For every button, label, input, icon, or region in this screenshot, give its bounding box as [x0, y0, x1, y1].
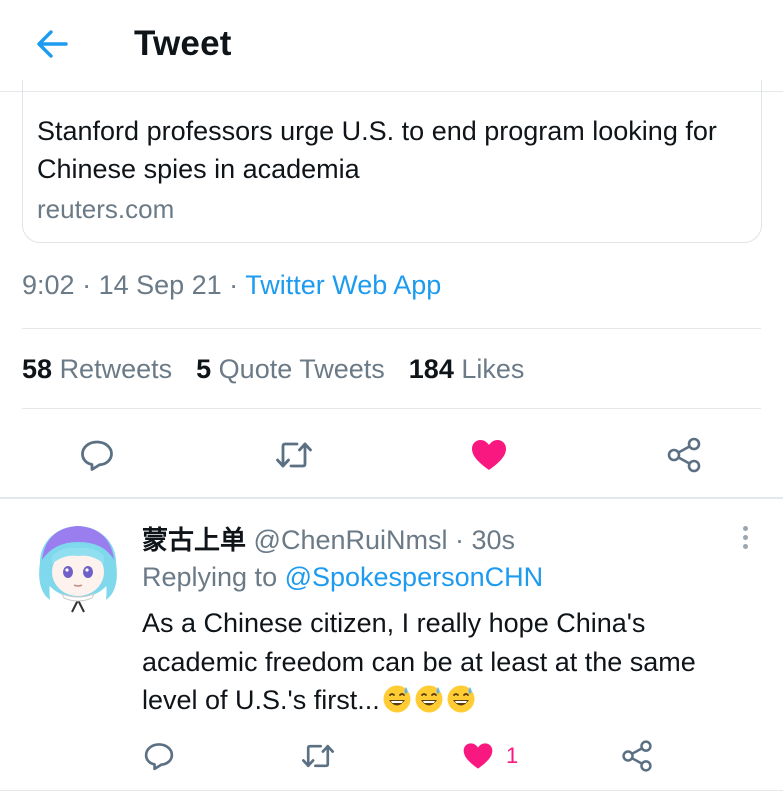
reply-display-name[interactable]: 蒙古上单: [142, 526, 246, 556]
quote-tweets-stat[interactable]: 5 Quote Tweets: [196, 354, 385, 385]
likes-stat[interactable]: 184 Likes: [409, 354, 525, 385]
page-title: Tweet: [134, 24, 232, 63]
heart-filled-icon[interactable]: 1: [462, 736, 518, 776]
top-bar: Tweet: [0, 0, 783, 92]
divider: [22, 328, 761, 329]
grinning-sweat-emoji: [383, 685, 411, 713]
heart-filled-icon[interactable]: [465, 433, 513, 477]
reply-tweet[interactable]: 蒙古上单 @ChenRuiNmsl · 30s Replying to @Spo…: [0, 500, 783, 800]
section-divider: [0, 497, 783, 499]
card-domain: reuters.com: [37, 194, 175, 224]
link-preview-card[interactable]: Stanford professors urge U.S. to end pro…: [22, 80, 762, 243]
share-icon[interactable]: [660, 433, 708, 477]
grinning-sweat-emoji: [415, 685, 443, 713]
back-arrow-icon[interactable]: [28, 22, 76, 66]
tweet-date: 14 Sep 21: [98, 270, 222, 300]
divider: [0, 790, 783, 791]
tweet-stats: 58 Retweets 5 Quote Tweets 184 Likes: [22, 354, 524, 385]
more-options-icon[interactable]: [730, 520, 760, 554]
replying-prefix: Replying to: [142, 562, 285, 592]
meta-separator: ·: [74, 270, 99, 300]
reply-icon[interactable]: [73, 433, 121, 477]
reply-handle[interactable]: @ChenRuiNmsl: [254, 525, 448, 555]
reply-time: 30s: [471, 525, 516, 555]
reply-action-bar: 1: [0, 730, 783, 780]
tweet-meta: 9:02 · 14 Sep 21 · Twitter Web App: [22, 270, 441, 301]
meta-separator: ·: [447, 525, 472, 555]
grinning-sweat-emoji: [447, 685, 475, 713]
likes-label: Likes: [461, 354, 525, 384]
avatar[interactable]: [32, 520, 124, 620]
retweets-count: 58: [22, 354, 53, 384]
replying-mention-link[interactable]: @SpokespersonCHN: [285, 562, 544, 592]
tweet-source-link[interactable]: Twitter Web App: [245, 270, 441, 300]
reply-body: As a Chinese citizen, I really hope Chin…: [142, 604, 757, 720]
divider: [22, 408, 761, 409]
tweet-time: 9:02: [22, 270, 75, 300]
retweet-icon[interactable]: [270, 433, 318, 477]
meta-separator: ·: [221, 270, 246, 300]
likes-count: 184: [408, 354, 454, 384]
reply-icon[interactable]: [143, 736, 175, 776]
card-headline: Stanford professors urge U.S. to end pro…: [37, 116, 717, 184]
retweets-stat[interactable]: 58 Retweets: [22, 354, 172, 385]
retweet-icon[interactable]: [300, 736, 336, 776]
reply-like-count: 1: [506, 743, 519, 768]
retweets-label: Retweets: [59, 354, 173, 384]
tweet-action-bar: [0, 415, 783, 495]
reply-header: 蒙古上单 @ChenRuiNmsl · 30s: [142, 520, 515, 557]
share-icon[interactable]: [620, 736, 654, 776]
quote-tweets-count: 5: [196, 354, 212, 384]
quote-tweets-label: Quote Tweets: [218, 354, 385, 384]
replying-to-line: Replying to @SpokespersonCHN: [142, 562, 543, 593]
